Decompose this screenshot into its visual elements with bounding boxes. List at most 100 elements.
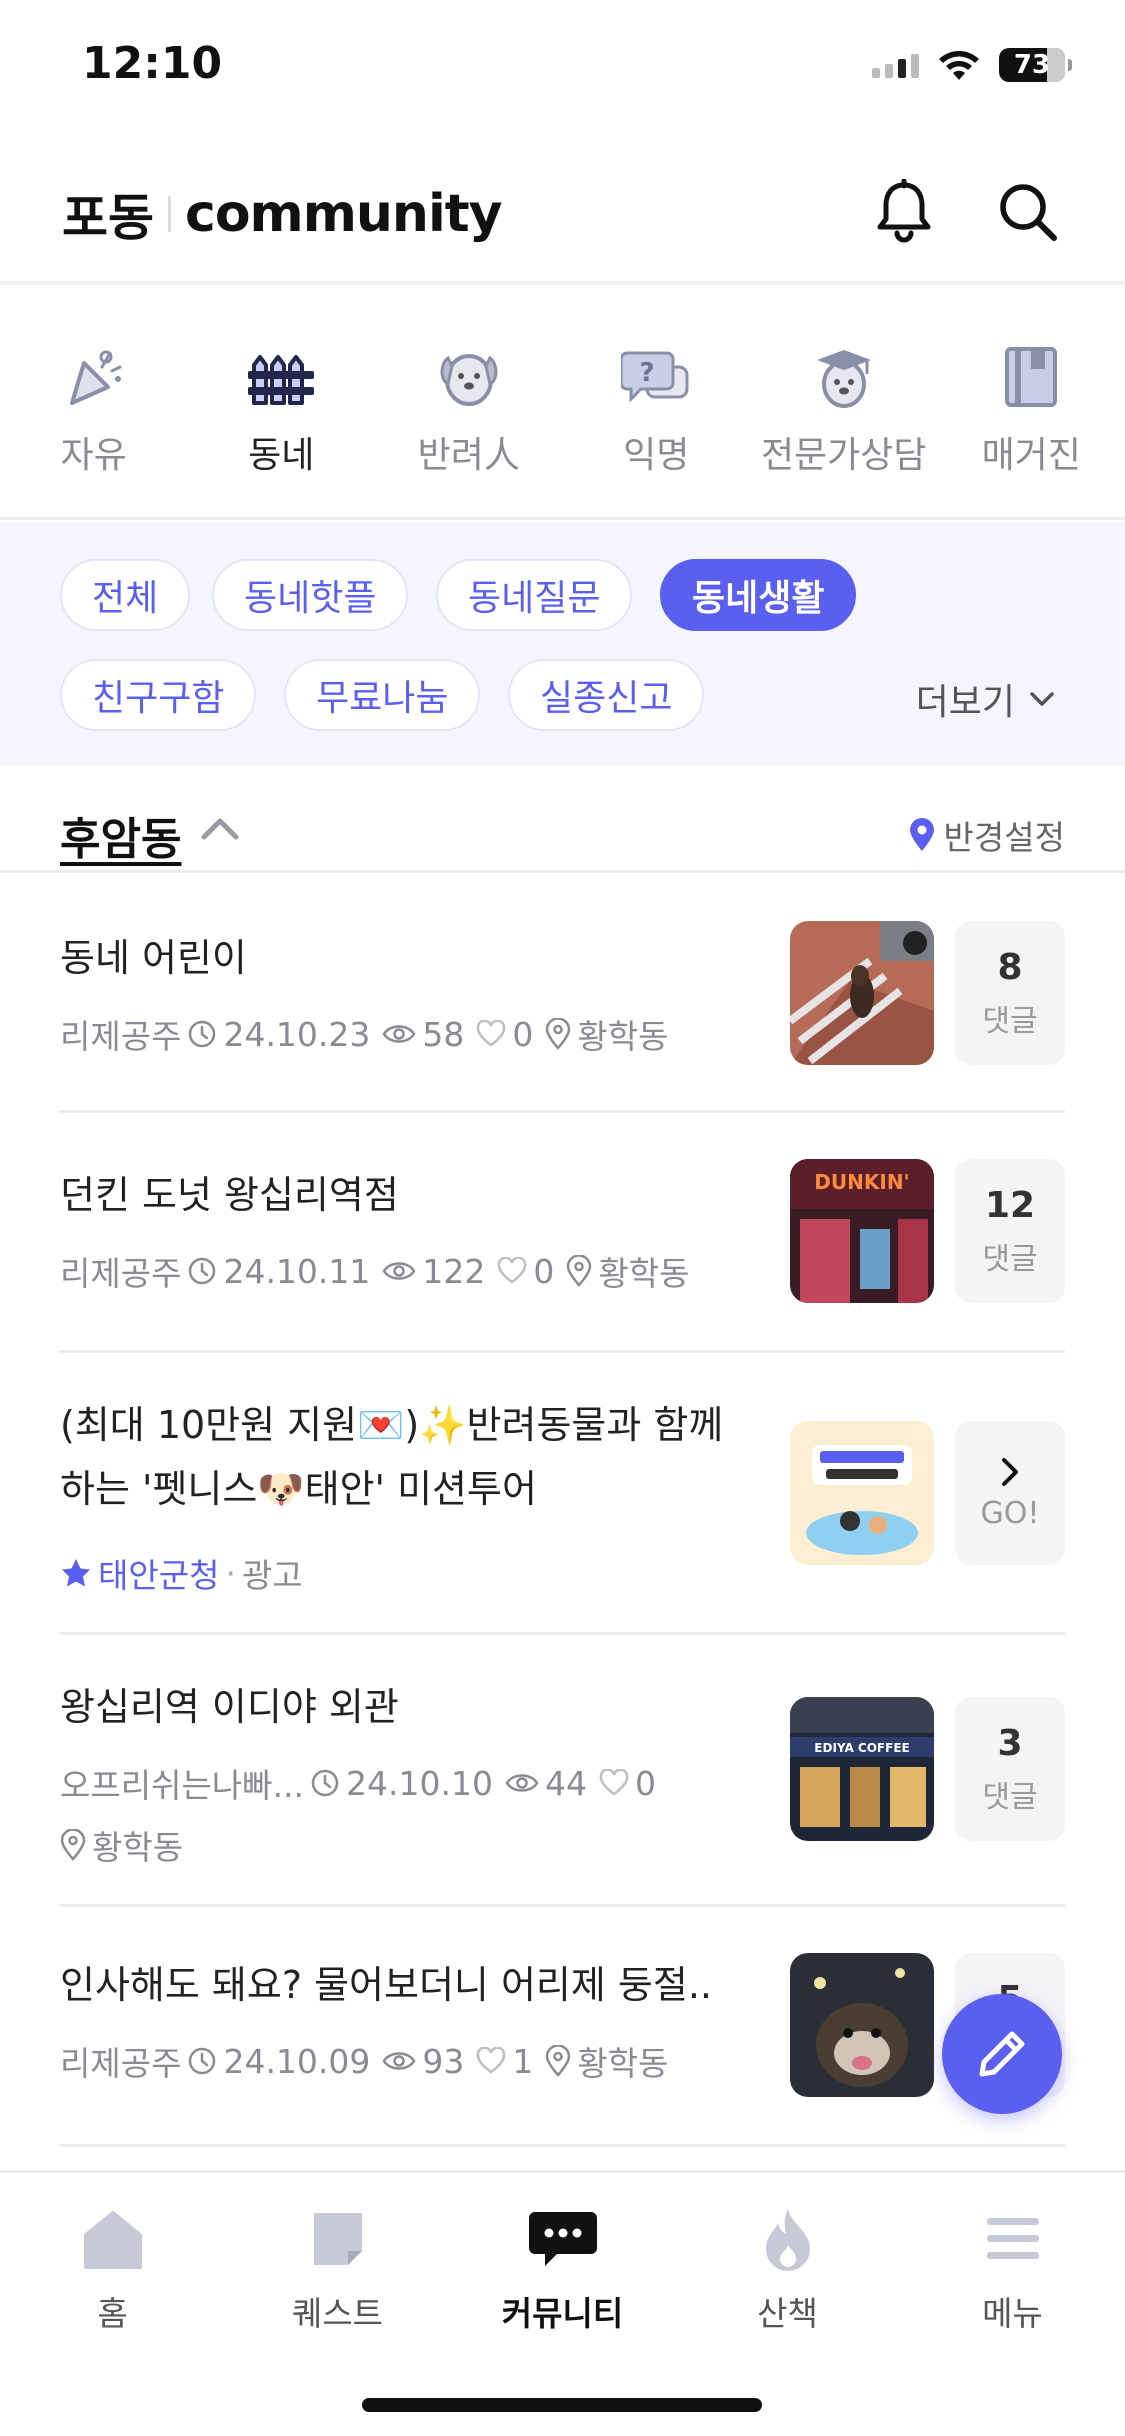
chevron-down-icon (1030, 692, 1054, 706)
post-likes: 0 (533, 1251, 555, 1291)
clock-icon (189, 1020, 216, 1048)
category-tab-free[interactable]: 자유 (0, 290, 188, 517)
category-tab-anonymous[interactable]: ? 익명 (563, 290, 751, 517)
chip-life[interactable]: 동네생활 (660, 559, 857, 631)
post-place: 황학동 (577, 2044, 669, 2083)
graduate-dog-icon (809, 342, 879, 412)
flame-icon (752, 2203, 824, 2275)
nav-label: 홈 (97, 2294, 128, 2333)
clock-icon (311, 1769, 339, 1797)
home-icon (77, 2203, 149, 2275)
post-meta: 리제공주 24.10.09 93 1 황학동 (60, 2037, 675, 2085)
ad-thumbnail (790, 1421, 934, 1565)
post-views: 44 (544, 1763, 587, 1803)
post-meta: 리제공주 24.10.11 122 0 황학동 (60, 1247, 696, 1295)
status-bar: 12:10 73 (0, 0, 1125, 140)
comment-count-value: 12 (984, 1184, 1036, 1226)
category-tab-expert[interactable]: 전문가상담 (750, 290, 938, 517)
comment-count-label: 댓글 (982, 1003, 1038, 1039)
list-item[interactable]: 인사해도 돼요? 물어보더니 어리제 둥절.. 리제공주 24.10.09 93… (60, 1907, 1065, 2147)
chevron-right-icon (1002, 1457, 1018, 1486)
comment-count-label: 댓글 (982, 1779, 1038, 1815)
list-item[interactable]: 던킨 도넛 왕십리역점 리제공주 24.10.11 122 0 황학동 DUNK… (60, 1113, 1065, 1353)
bottom-navigation: 홈 퀘스트 커뮤니티 산책 메뉴 (0, 2170, 1125, 2436)
chevron-up-icon[interactable] (198, 809, 242, 845)
more-chips-button[interactable]: 더보기 (916, 673, 1055, 725)
nav-label: 퀘스트 (291, 2294, 384, 2333)
search-icon (1000, 184, 1057, 241)
radius-setting-label: 반경설정 (943, 818, 1065, 857)
app-logo[interactable]: 포동 community (62, 178, 503, 250)
category-label: 매거진 (981, 435, 1081, 476)
pencil-icon (979, 2031, 1025, 2077)
nav-label: 커뮤니티 (501, 2294, 624, 2333)
heart-icon (477, 1020, 506, 1047)
dog-icon (434, 342, 504, 412)
ad-go-label: GO! (980, 1495, 1040, 1531)
more-label: 더보기 (915, 682, 1015, 723)
comment-count-value: 8 (997, 946, 1023, 988)
nav-community[interactable]: 커뮤니티 (450, 2203, 675, 2335)
post-title: 동네 어린이 (60, 936, 247, 980)
clock-icon (189, 2047, 216, 2075)
post-thumbnail (790, 1953, 934, 2097)
logo-english: community (185, 184, 503, 244)
write-post-button[interactable] (942, 1994, 1062, 2114)
quest-note-icon (302, 2203, 374, 2275)
subcategory-filter-area: 전체 동네핫플 동네질문 동네생활 친구구함 무료나눔 실종신고 더보기 (0, 523, 1125, 765)
location-name[interactable]: 후암동 (60, 803, 181, 867)
nav-menu[interactable]: 메뉴 (900, 2203, 1125, 2335)
eye-icon (382, 1262, 416, 1280)
location-bar: 후암동 반경설정 (0, 765, 1125, 873)
post-likes: 0 (634, 1763, 656, 1803)
post-list: 동네 어린이 리제공주 24.10.23 58 0 황학동 8 댓글 던킨 도넛… (0, 876, 1125, 2147)
ad-go-button[interactable]: GO! (955, 1421, 1065, 1565)
ad-label: 광고 (241, 1556, 303, 1595)
post-author: 리제공주 (60, 2044, 182, 2083)
eye-icon (382, 2052, 416, 2070)
chip-friends[interactable]: 친구구함 (60, 659, 257, 731)
eye-icon (382, 1025, 416, 1043)
search-button[interactable] (988, 172, 1068, 252)
chip-question[interactable]: 동네질문 (436, 559, 633, 631)
logo-divider (168, 196, 171, 232)
battery-level: 73 (1013, 50, 1051, 80)
post-title: 던킨 도넛 왕십리역점 (60, 1173, 399, 1217)
post-author: 리제공주 (60, 1254, 182, 1293)
nav-walk[interactable]: 산책 (675, 2203, 900, 2335)
post-date: 24.10.09 (223, 2041, 371, 2081)
nav-home[interactable]: 홈 (0, 2203, 225, 2335)
list-item[interactable]: 동네 어린이 리제공주 24.10.23 58 0 황학동 8 댓글 (60, 876, 1065, 1113)
chip-missing[interactable]: 실종신고 (508, 659, 705, 731)
category-label: 전문가상담 (760, 435, 927, 476)
radius-setting-button[interactable]: 반경설정 (908, 811, 1065, 859)
post-thumbnail (790, 921, 934, 1065)
ad-title: (최대 10만원 지원💌)✨반려동물과 함께 하는 '펫니스🐶태안' 미션투어 (60, 1403, 724, 1511)
notification-button[interactable] (864, 172, 944, 252)
ad-meta: 태안군청 · 광고 (60, 1549, 303, 1597)
question-chat-icon: ? (621, 342, 691, 412)
nav-quest[interactable]: 퀘스트 (225, 2203, 450, 2335)
chip-free-share[interactable]: 무료나눔 (284, 659, 481, 731)
chip-hotplace[interactable]: 동네핫플 (212, 559, 409, 631)
comment-count-value: 3 (997, 1722, 1023, 1764)
post-place: 황학동 (577, 1017, 669, 1056)
eye-icon (505, 1774, 539, 1792)
chip-all[interactable]: 전체 (60, 559, 191, 631)
category-tab-magazine[interactable]: 매거진 (938, 290, 1125, 517)
category-tab-neighborhood[interactable]: 동네 (188, 290, 376, 517)
post-views: 122 (422, 1251, 486, 1291)
ad-list-item[interactable]: (최대 10만원 지원💌)✨반려동물과 함께 하는 '펫니스🐶태안' 미션투어 … (60, 1353, 1065, 1635)
comment-count: 8 댓글 (955, 921, 1065, 1065)
post-date: 24.10.10 (346, 1763, 493, 1803)
clock-icon (189, 1257, 216, 1285)
logo-korean: 포동 (62, 189, 154, 247)
list-item[interactable]: 왕십리역 이디야 외관 오프리쉬는나빠... 24.10.10 44 0 황학동… (60, 1635, 1065, 1907)
nav-label: 메뉴 (982, 2294, 1043, 2333)
post-date: 24.10.23 (223, 1014, 371, 1054)
post-meta-place: 황학동 (60, 1821, 189, 1869)
post-views: 58 (422, 1014, 465, 1054)
category-label: 동네 (248, 435, 315, 476)
category-tab-pet[interactable]: 반려人 (375, 290, 563, 517)
location-pin-icon (567, 1255, 592, 1287)
